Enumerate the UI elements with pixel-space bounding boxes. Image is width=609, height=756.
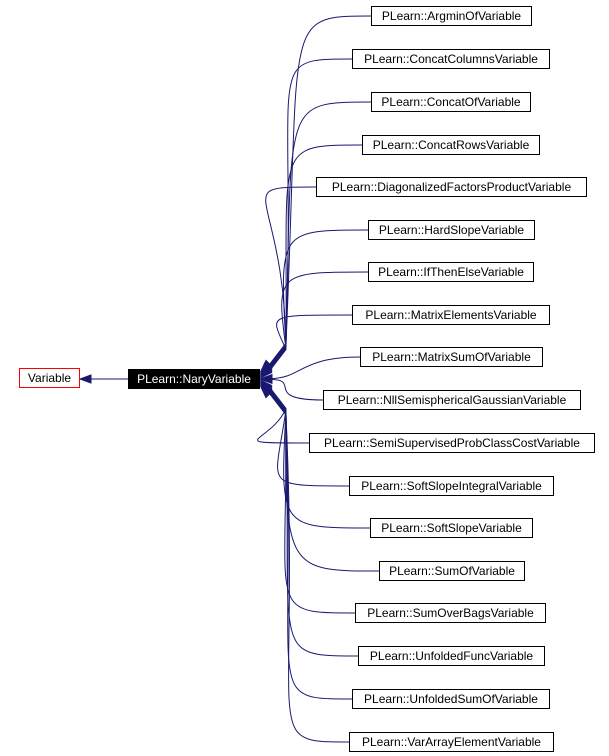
- node-variable[interactable]: Variable: [19, 368, 80, 388]
- edge-concat-of-variable-to-nary: [268, 101, 372, 368]
- edge-matrix-elements-variable-to-nary: [268, 314, 353, 372]
- arrowhead-variable: [78, 374, 92, 384]
- edge-nll-semispherical-gaussian-variable-to-nary: [270, 378, 324, 401]
- node-concat-rows-variable[interactable]: PLearn::ConcatRowsVariable: [362, 135, 540, 155]
- node-concat-columns-variable[interactable]: PLearn::ConcatColumnsVariable: [352, 49, 550, 69]
- node-sum-over-bags-variable[interactable]: PLearn::SumOverBagsVariable: [355, 603, 546, 623]
- node-diagonalized-factors-product-variable[interactable]: PLearn::DiagonalizedFactorsProductVariab…: [316, 177, 587, 197]
- node-concat-of-variable[interactable]: PLearn::ConcatOfVariable: [371, 92, 531, 112]
- node-nll-semispherical-gaussian-variable[interactable]: PLearn::NllSemisphericalGaussianVariable: [323, 390, 581, 410]
- node-sum-of-variable[interactable]: PLearn::SumOfVariable: [379, 561, 525, 581]
- node-soft-slope-integral-variable[interactable]: PLearn::SoftSlopeIntegralVariable: [349, 476, 554, 496]
- node-semi-supervised-prob-class-cost-variable[interactable]: PLearn::SemiSupervisedProbClassCostVaria…: [309, 433, 595, 453]
- node-argmin-of-variable[interactable]: PLearn::ArgminOfVariable: [371, 6, 532, 26]
- edge-concat-columns-variable-to-nary: [268, 58, 353, 367]
- node-nary-variable: PLearn::NaryVariable: [128, 369, 260, 389]
- node-unfolded-func-variable[interactable]: PLearn::UnfoldedFuncVariable: [358, 646, 545, 666]
- edge-layer: [78, 15, 380, 743]
- node-unfolded-sum-of-variable[interactable]: PLearn::UnfoldedSumOfVariable: [352, 689, 550, 709]
- node-if-then-else-variable[interactable]: PLearn::IfThenElseVariable: [368, 262, 534, 282]
- node-matrix-elements-variable[interactable]: PLearn::MatrixElementsVariable: [352, 305, 550, 325]
- edge-matrix-sum-of-variable-to-nary: [270, 356, 361, 380]
- node-matrix-sum-of-variable[interactable]: PLearn::MatrixSumOfVariable: [360, 347, 543, 367]
- node-var-array-element-variable[interactable]: PLearn::VarArrayElementVariable: [349, 732, 554, 752]
- node-hard-slope-variable[interactable]: PLearn::HardSlopeVariable: [368, 220, 535, 240]
- node-soft-slope-variable[interactable]: PLearn::SoftSlopeVariable: [370, 518, 533, 538]
- edge-sum-over-bags-variable-to-nary: [268, 389, 356, 614]
